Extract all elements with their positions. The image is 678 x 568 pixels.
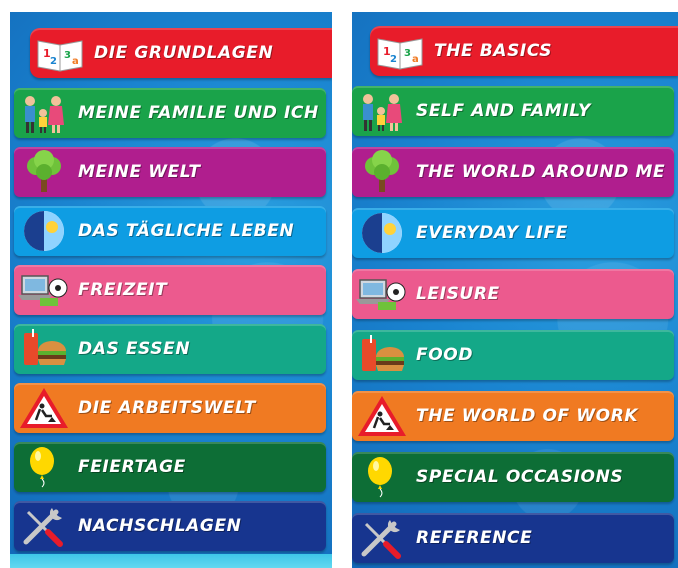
menu-item-special-occasions[interactable]: FEIERTAGE (14, 442, 326, 492)
menu-item-leisure[interactable]: FREIZEIT (14, 265, 326, 315)
day-night-icon (356, 211, 408, 255)
menu-item-family[interactable]: SELF AND FAMILY (352, 86, 674, 136)
roadwork-sign-icon (356, 394, 408, 438)
header-label: THE BASICS (434, 41, 553, 61)
menu-item-reference[interactable]: REFERENCE (352, 513, 674, 563)
bottom-strip (10, 554, 332, 568)
tools-icon (18, 504, 70, 548)
header-button-basics[interactable]: 1 2 3 a THE BASICS (370, 26, 678, 76)
menu-item-world-of-work[interactable]: THE WORLD OF WORK (352, 391, 674, 441)
svg-text:2: 2 (390, 54, 397, 65)
menu-item-label: EVERYDAY LIFE (416, 223, 568, 243)
menu-item-everyday-life[interactable]: DAS TÄGLICHE LEBEN (14, 206, 326, 256)
day-night-icon (18, 209, 70, 253)
menu-item-label: DAS TÄGLICHE LEBEN (78, 221, 295, 241)
family-icon (356, 89, 408, 133)
menu-item-label: DAS ESSEN (78, 339, 191, 359)
menu-item-world-of-work[interactable]: DIE ARBEITSWELT (14, 383, 326, 433)
laptop-ball-icon (18, 268, 70, 312)
tree-icon (356, 150, 408, 194)
menu-item-world[interactable]: THE WORLD AROUND ME (352, 147, 674, 197)
burger-drink-icon (356, 333, 408, 377)
menu-panel-german: 1 2 3 a DIE GRUNDLAGEN MEINE FAMILIE UND… (10, 12, 332, 568)
menu-item-label: DIE ARBEITSWELT (78, 398, 256, 418)
laptop-ball-icon (356, 272, 408, 316)
balloon-icon (18, 445, 70, 489)
menu-item-label: LEISURE (416, 284, 500, 304)
menu-item-food[interactable]: DAS ESSEN (14, 324, 326, 374)
menu-item-label: SPECIAL OCCASIONS (416, 467, 624, 487)
burger-drink-icon (18, 327, 70, 371)
svg-text:3: 3 (404, 48, 411, 59)
menu-item-label: MEINE WELT (78, 162, 201, 182)
balloon-icon (356, 455, 408, 499)
tools-icon (356, 516, 408, 560)
roadwork-sign-icon (18, 386, 70, 430)
menu-item-label: THE WORLD OF WORK (416, 406, 639, 426)
menu-item-label: SELF AND FAMILY (416, 101, 591, 121)
menu-item-leisure[interactable]: LEISURE (352, 269, 674, 319)
svg-text:a: a (412, 54, 419, 65)
header-button-basics[interactable]: 1 2 3 a DIE GRUNDLAGEN (30, 28, 332, 78)
menu-item-label: NACHSCHLAGEN (78, 516, 242, 536)
menu-item-family[interactable]: MEINE FAMILIE UND ICH (14, 88, 326, 138)
svg-text:2: 2 (50, 56, 57, 67)
menu-item-label: FOOD (416, 345, 474, 365)
menu-item-reference[interactable]: NACHSCHLAGEN (14, 501, 326, 551)
alphabet-book-icon: 1 2 3 a (374, 29, 426, 73)
tree-icon (18, 150, 70, 194)
menu-item-label: MEINE FAMILIE UND ICH (78, 103, 319, 123)
menu-item-label: FEIERTAGE (78, 457, 186, 477)
menu-item-everyday-life[interactable]: EVERYDAY LIFE (352, 208, 674, 258)
header-label: DIE GRUNDLAGEN (94, 43, 274, 63)
menu-panel-english: 1 2 3 a THE BASICS SELF AND FAMILY THE W… (352, 12, 678, 568)
svg-text:3: 3 (64, 50, 71, 61)
family-icon (18, 91, 70, 135)
alphabet-book-icon: 1 2 3 a (34, 31, 86, 75)
menu-item-special-occasions[interactable]: SPECIAL OCCASIONS (352, 452, 674, 502)
menu-item-food[interactable]: FOOD (352, 330, 674, 380)
menu-item-label: REFERENCE (416, 528, 533, 548)
menu-item-world[interactable]: MEINE WELT (14, 147, 326, 197)
menu-item-label: THE WORLD AROUND ME (416, 162, 666, 182)
svg-text:a: a (72, 56, 79, 67)
menu-item-label: FREIZEIT (78, 280, 168, 300)
